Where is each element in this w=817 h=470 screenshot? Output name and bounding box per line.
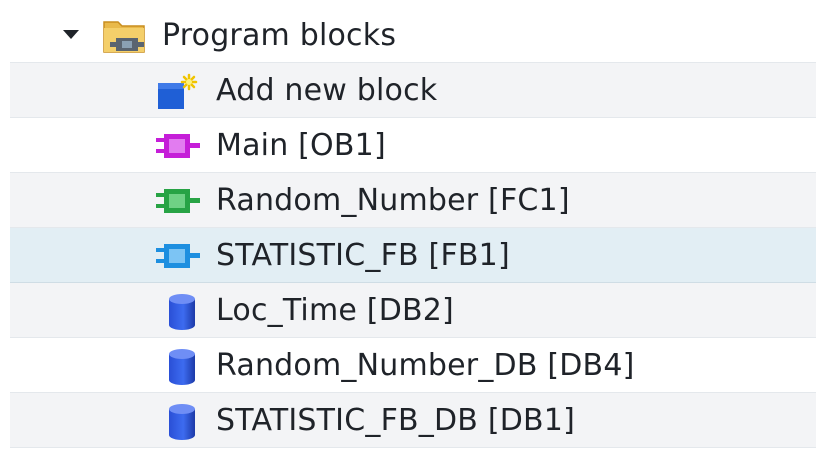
db-block-icon — [169, 349, 195, 385]
tree-item-label: Program blocks — [162, 18, 397, 53]
project-tree: Program blocks Add new block Main [OB1] — [10, 8, 816, 470]
tree-item-statistic-fb-fb1[interactable]: STATISTIC_FB [FB1] — [10, 228, 816, 283]
tree-item-label: Add new block — [216, 73, 438, 108]
add-new-block-icon — [158, 73, 198, 109]
tree-item-random-number-fc1[interactable]: Random_Number [FC1] — [10, 173, 816, 228]
tree-item-statistic-fb-db-db1[interactable]: STATISTIC_FB_DB [DB1] — [10, 393, 816, 448]
tree-item-label: Random_Number [FC1] — [216, 183, 570, 218]
tree-item-label: STATISTIC_FB_DB [DB1] — [216, 403, 575, 438]
db-block-icon — [169, 294, 195, 330]
tree-item-label: Random_Number_DB [DB4] — [216, 348, 635, 383]
folder-blocks-icon — [103, 21, 145, 53]
tree-item-random-number-db-db4[interactable]: Random_Number_DB [DB4] — [10, 338, 816, 393]
fb-block-icon — [156, 244, 200, 268]
expand-arrow-icon[interactable] — [60, 23, 82, 45]
tree-item-add-new-block[interactable]: Add new block — [10, 63, 816, 118]
tree-item-loc-time-db2[interactable]: Loc_Time [DB2] — [10, 283, 816, 338]
db-block-icon — [169, 404, 195, 440]
tree-item-label: Loc_Time [DB2] — [216, 293, 454, 328]
fc-block-icon — [156, 189, 200, 213]
tree-item-label: STATISTIC_FB [FB1] — [216, 238, 510, 273]
tree-item-label: Main [OB1] — [216, 128, 386, 163]
tree-item-program-blocks[interactable]: Program blocks — [10, 8, 816, 63]
ob-block-icon — [156, 134, 200, 158]
tree-item-main-ob1[interactable]: Main [OB1] — [10, 118, 816, 173]
